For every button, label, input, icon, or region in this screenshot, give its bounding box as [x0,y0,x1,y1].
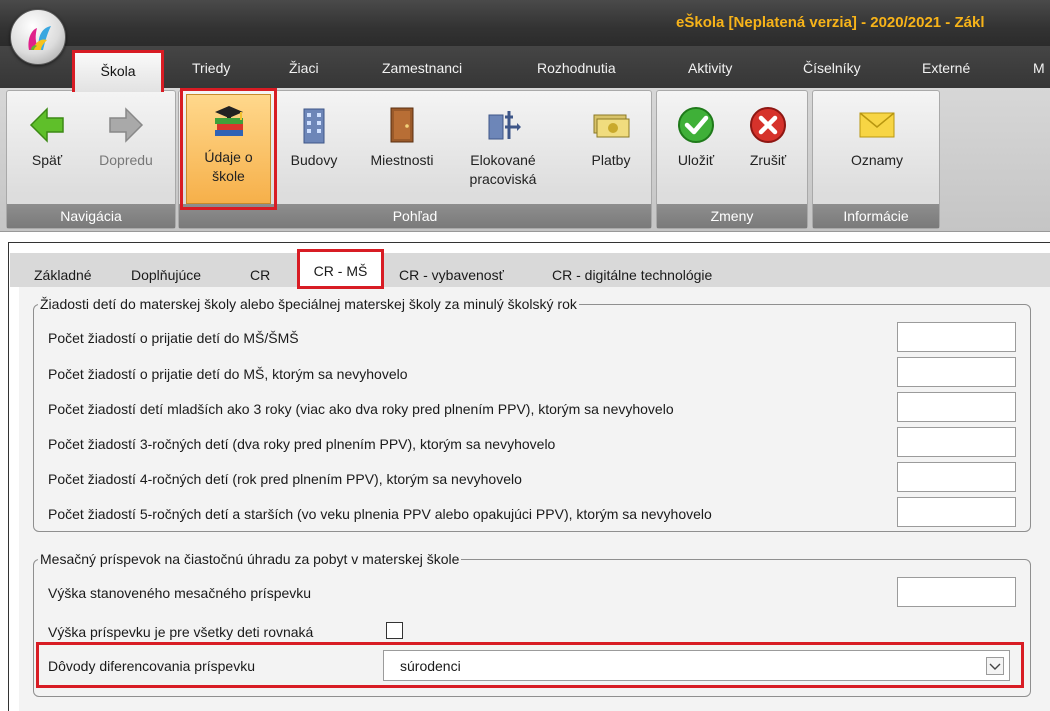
miestnosti-label: Miestnosti [370,152,434,168]
ulozit-button[interactable]: Uložiť [663,97,729,170]
budovy-button[interactable]: Budovy [277,97,351,170]
requests-under3-input[interactable] [897,392,1016,422]
back-button[interactable]: Späť [15,97,79,170]
forward-label: Dopredu [99,152,153,168]
equal-checkbox[interactable] [386,622,403,639]
envelope-icon [859,112,895,138]
elokovane-label-1: Elokované [470,152,536,168]
elokovane-button[interactable]: Elokované pracoviská [455,97,551,189]
subtab-cr-vybavenost[interactable]: CR - vybavenosť [399,267,504,283]
menu-tab-aktivity[interactable]: Aktivity [688,60,732,76]
miestnosti-button[interactable]: Miestnosti [359,97,445,170]
contribution-legend: Mesačný príspevok na čiastočnú úhradu za… [40,551,460,567]
subtab-cr-digitalne[interactable]: CR - digitálne technológie [552,267,712,283]
requests-4yo-input[interactable] [897,462,1016,492]
requests-5yo-input[interactable] [897,497,1016,527]
back-label: Späť [31,152,63,168]
requests-legend: Žiadosti detí do materskej školy alebo š… [40,296,577,312]
zrusit-label: Zrušiť [749,152,787,168]
ribbon-group-navigation: Späť Dopredu Navigácia [6,90,176,229]
oznamy-label: Oznamy [850,152,904,168]
elocated-icon [488,111,521,140]
app-logo-icon[interactable] [10,9,66,65]
forward-arrow-icon [109,107,144,143]
budovy-label: Budovy [290,152,338,168]
building-icon [303,108,325,144]
row-label-3: Počet žiadostí detí mladších ako 3 roky … [48,401,674,417]
title-bar: eŠkola [Neplatená verzia] - 2020/2021 - … [0,0,1050,46]
amount-label: Výška stanoveného mesačného príspevku [48,585,312,601]
row-label-6: Počet žiadostí 5-ročných detí a starších… [48,506,712,522]
subtab-zakladne[interactable]: Základné [34,267,92,283]
zrusit-button[interactable]: Zrušiť [735,97,801,170]
row-label-5: Počet žiadostí 4-ročných detí (rok pred … [48,471,522,487]
row-label-2: Počet žiadostí o prijatie detí do MŠ, kt… [48,366,408,382]
door-icon [390,107,414,143]
menu-tab-skola[interactable]: Škola [72,50,164,92]
reasons-highlight-frame [36,642,1024,688]
platby-label: Platby [591,152,631,168]
subtab-strip: Základné Doplňujúce CR CR - vybavenosť C… [10,253,1050,287]
menu-tab-more[interactable]: M [1033,60,1045,76]
elokovane-label-2: pracoviská [469,171,537,187]
requests-total-input[interactable] [897,322,1016,352]
menu-tab-rozhodnutia[interactable]: Rozhodnutia [537,60,616,76]
forward-button[interactable]: Dopredu [85,97,167,170]
requests-rejected-input[interactable] [897,357,1016,387]
row-label-4: Počet žiadostí 3-ročných detí (dva roky … [48,436,556,452]
ribbon: Späť Dopredu Navigácia Budovy Miestnosti… [0,88,1050,232]
menu-tab-ciselniky[interactable]: Číselníky [803,60,861,76]
requests-3yo-input[interactable] [897,427,1016,457]
ribbon-group-info-label: Informácie [813,204,939,228]
ribbon-group-info: Oznamy Informácie [812,90,940,229]
save-check-icon [678,107,714,143]
ribbon-group-changes-label: Zmeny [657,204,807,228]
cancel-x-icon [750,107,786,143]
ulozit-label: Uložiť [677,152,715,168]
equal-label: Výška príspevku je pre všetky deti rovna… [48,624,314,640]
menu-tab-externe[interactable]: Externé [922,60,970,76]
menu-tab-zamestnanci[interactable]: Zamestnanci [382,60,462,76]
subtab-doplnujuce[interactable]: Doplňujúce [131,267,201,283]
platby-button[interactable]: Platby [579,97,643,170]
ribbon-group-navigation-label: Navigácia [7,204,175,228]
oznamy-button[interactable]: Oznamy [829,97,925,170]
amount-input[interactable] [897,577,1016,607]
row-label-1: Počet žiadostí o prijatie detí do MŠ/ŠMŠ [48,330,299,346]
subtab-cr[interactable]: CR [250,267,270,283]
subtab-cr-ms[interactable]: CR - MŠ [297,249,384,289]
menu-tab-ziaci[interactable]: Žiaci [289,60,319,76]
window-title: eŠkola [Neplatená verzia] - 2020/2021 - … [676,14,985,31]
udaje-highlight-frame [180,88,277,210]
back-arrow-icon [29,107,64,143]
money-icon [593,114,630,138]
menu-tab-triedy[interactable]: Triedy [192,60,230,76]
ribbon-group-changes: Uložiť Zrušiť Zmeny [656,90,808,229]
